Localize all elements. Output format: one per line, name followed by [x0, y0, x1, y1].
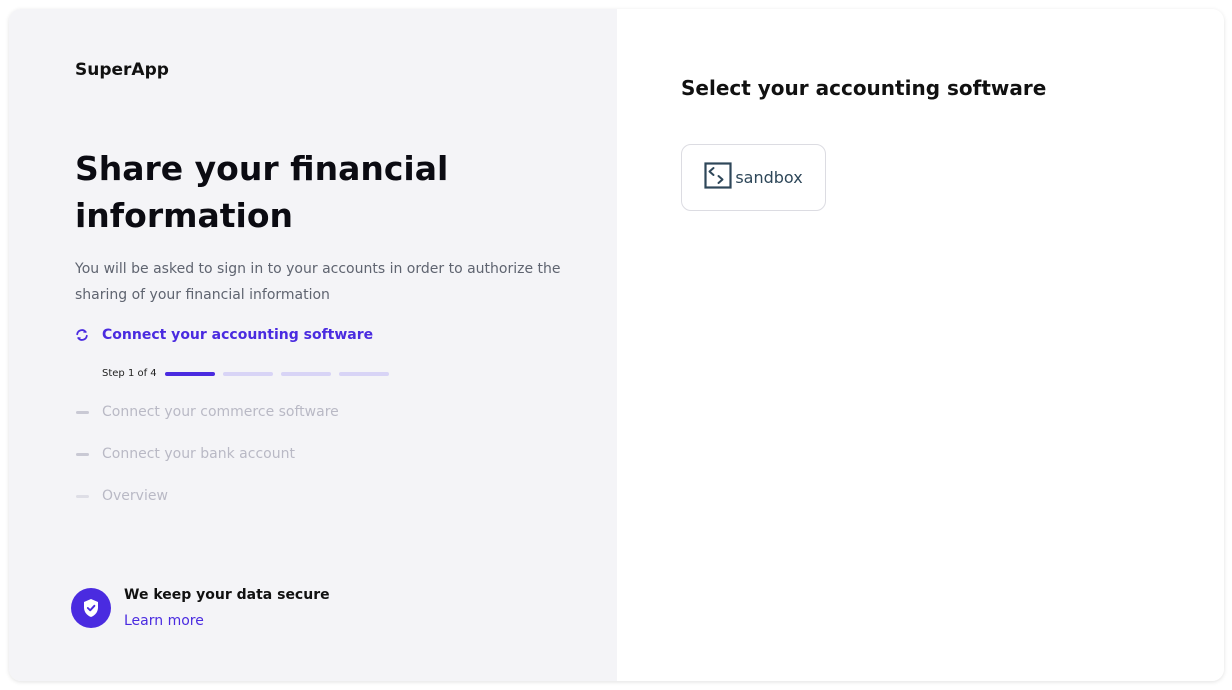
software-option-sandbox[interactable]: sandbox [681, 144, 826, 211]
section-title: Select your accounting software [681, 76, 1047, 100]
page-title: Share your financial information [75, 149, 449, 235]
progress-segment [280, 371, 331, 376]
software-option-label: sandbox [735, 168, 803, 187]
step-connect-accounting: Connect your accounting software [75, 327, 373, 343]
progress-segment [164, 371, 215, 376]
security-notice: We keep your data secure Learn more [71, 587, 330, 630]
step-label: Connect your commerce software [102, 404, 339, 420]
left-panel: SuperApp Share your financial informatio… [9, 9, 617, 681]
progress-segment [222, 371, 273, 376]
sandbox-logo-icon [704, 162, 732, 193]
page-subtitle: You will be asked to sign in to your acc… [75, 261, 561, 303]
dash-icon [75, 405, 89, 419]
security-text: We keep your data secure Learn more [124, 587, 330, 630]
step-label: Overview [102, 488, 168, 504]
onboarding-card: SuperApp Share your financial informatio… [9, 9, 1224, 681]
step-connect-bank: Connect your bank account [75, 446, 295, 462]
right-panel: Select your accounting software sandbox [617, 9, 1224, 681]
learn-more-link[interactable]: Learn more [124, 612, 330, 630]
brand-name: SuperApp [75, 60, 169, 80]
shield-check-icon [71, 588, 111, 628]
refresh-icon [75, 328, 89, 342]
step-overview: Overview [75, 488, 168, 504]
progress-segment [338, 371, 389, 376]
dash-icon [75, 447, 89, 461]
step-connect-commerce: Connect your commerce software [75, 404, 339, 420]
step-progress: Step 1 of 4 [102, 368, 397, 379]
security-title: We keep your data secure [124, 587, 330, 603]
step-label: Connect your accounting software [102, 327, 374, 343]
step-progress-text: Step 1 of 4 [102, 368, 157, 379]
step-label: Connect your bank account [102, 446, 295, 462]
dash-icon [75, 489, 89, 503]
